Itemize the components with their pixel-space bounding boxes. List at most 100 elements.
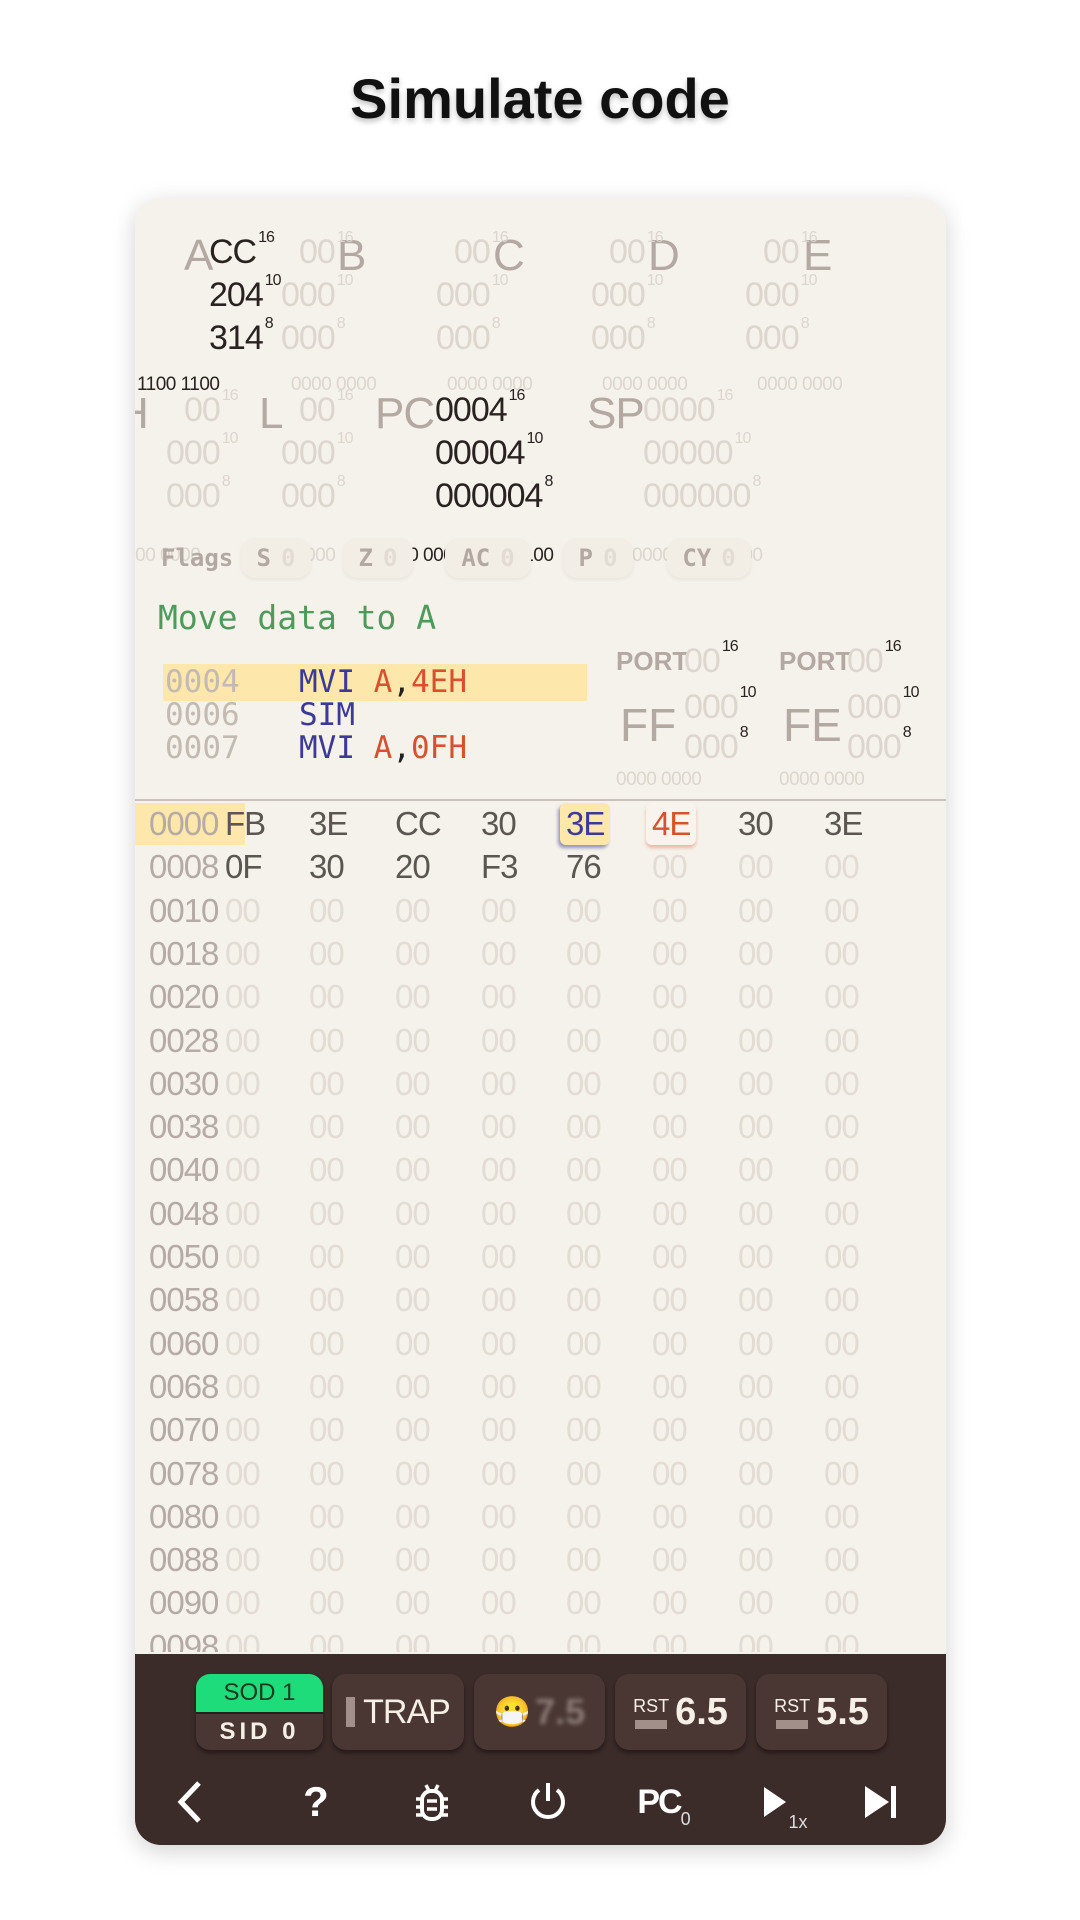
- memory-cell[interactable]: 00: [389, 1409, 436, 1451]
- memory-cell[interactable]: 00: [732, 1149, 779, 1191]
- memory-cell[interactable]: 00: [389, 1323, 436, 1365]
- memory-cell[interactable]: 00: [646, 1496, 693, 1538]
- sod-indicator[interactable]: SOD 1: [196, 1674, 323, 1712]
- run-button[interactable]: 1x: [745, 1772, 825, 1832]
- memory-cell[interactable]: 30: [475, 803, 522, 845]
- memory-cell[interactable]: 00: [475, 1063, 522, 1105]
- memory-cell[interactable]: 00: [818, 846, 865, 888]
- memory-cell[interactable]: 20: [389, 846, 436, 888]
- memory-cell[interactable]: 00: [303, 890, 350, 932]
- memory-cell[interactable]: 00: [475, 933, 522, 975]
- memory-cell[interactable]: 00: [303, 1020, 350, 1062]
- memory-cell[interactable]: 00: [389, 1539, 436, 1581]
- memory-cell[interactable]: 00: [560, 1582, 607, 1624]
- memory-cell[interactable]: 00: [219, 1539, 266, 1581]
- flag-p[interactable]: P0: [563, 538, 633, 578]
- memory-cell[interactable]: 00: [475, 1496, 522, 1538]
- memory-cell[interactable]: 00: [303, 1106, 350, 1148]
- memory-cell[interactable]: 00: [219, 1582, 266, 1624]
- memory-cell[interactable]: 00: [732, 1539, 779, 1581]
- memory-cell[interactable]: 00: [475, 1409, 522, 1451]
- memory-cell[interactable]: 00: [389, 976, 436, 1018]
- memory-cell[interactable]: 00: [303, 1626, 350, 1652]
- memory-cell[interactable]: 00: [818, 976, 865, 1018]
- memory-cell[interactable]: 00: [475, 890, 522, 932]
- memory-cell[interactable]: 00: [303, 933, 350, 975]
- memory-cell[interactable]: 00: [560, 1149, 607, 1191]
- memory-cell[interactable]: 00: [732, 1106, 779, 1148]
- memory-cell[interactable]: 4E: [646, 803, 697, 845]
- memory-cell[interactable]: 00: [560, 1453, 607, 1495]
- memory-cell[interactable]: 00: [303, 1323, 350, 1365]
- flag-z[interactable]: Z0: [343, 538, 413, 578]
- memory-cell[interactable]: 00: [303, 1496, 350, 1538]
- rst75-button[interactable]: 😷 7.5: [474, 1674, 605, 1750]
- memory-cell[interactable]: 00: [732, 933, 779, 975]
- memory-cell[interactable]: 00: [732, 1582, 779, 1624]
- memory-cell[interactable]: 00: [732, 1409, 779, 1451]
- memory-cell[interactable]: 00: [219, 1626, 266, 1652]
- memory-cell[interactable]: 00: [560, 1409, 607, 1451]
- code-line[interactable]: 0006 SIM: [165, 697, 355, 733]
- memory-cell[interactable]: 00: [219, 1063, 266, 1105]
- memory-cell[interactable]: 00: [732, 1323, 779, 1365]
- trap-button[interactable]: TRAP: [332, 1674, 464, 1750]
- memory-cell[interactable]: 00: [646, 933, 693, 975]
- memory-cell[interactable]: 00: [560, 1106, 607, 1148]
- memory-cell[interactable]: 00: [818, 1496, 865, 1538]
- memory-cell[interactable]: 00: [303, 1366, 350, 1408]
- memory-cell[interactable]: 00: [818, 1323, 865, 1365]
- memory-cell[interactable]: 00: [219, 933, 266, 975]
- memory-cell[interactable]: 00: [475, 1236, 522, 1278]
- memory-cell[interactable]: 00: [475, 1149, 522, 1191]
- memory-cell[interactable]: FB: [219, 803, 271, 845]
- memory-cell[interactable]: 00: [560, 1279, 607, 1321]
- step-button[interactable]: [851, 1772, 911, 1832]
- memory-cell[interactable]: 00: [219, 1496, 266, 1538]
- memory-cell[interactable]: 00: [818, 1106, 865, 1148]
- memory-cell[interactable]: 00: [389, 1236, 436, 1278]
- memory-cell[interactable]: 00: [732, 846, 779, 888]
- memory-cell[interactable]: 00: [389, 1366, 436, 1408]
- memory-cell[interactable]: 00: [475, 1539, 522, 1581]
- memory-cell[interactable]: 00: [389, 1626, 436, 1652]
- memory-cell[interactable]: 00: [475, 1366, 522, 1408]
- memory-cell[interactable]: 00: [560, 976, 607, 1018]
- memory-cell[interactable]: 00: [475, 1453, 522, 1495]
- memory-cell[interactable]: 00: [560, 1063, 607, 1105]
- memory-cell[interactable]: 00: [732, 1063, 779, 1105]
- power-button[interactable]: [518, 1772, 578, 1832]
- memory-cell[interactable]: 00: [560, 1323, 607, 1365]
- memory-cell[interactable]: 00: [389, 1193, 436, 1235]
- memory-cell[interactable]: 00: [560, 933, 607, 975]
- memory-cell[interactable]: 00: [389, 1582, 436, 1624]
- memory-cell[interactable]: 00: [646, 1106, 693, 1148]
- memory-cell[interactable]: 00: [560, 1496, 607, 1538]
- memory-cell[interactable]: 00: [219, 1279, 266, 1321]
- memory-cell[interactable]: 00: [389, 1453, 436, 1495]
- memory-cell[interactable]: 76: [560, 846, 607, 888]
- memory-cell[interactable]: 00: [219, 1106, 266, 1148]
- memory-cell[interactable]: 00: [389, 1063, 436, 1105]
- memory-cell[interactable]: 00: [646, 846, 693, 888]
- memory-cell[interactable]: 00: [560, 1020, 607, 1062]
- memory-cell[interactable]: 00: [219, 1236, 266, 1278]
- memory-cell[interactable]: 00: [732, 1279, 779, 1321]
- flag-ac[interactable]: AC 0: [445, 538, 531, 578]
- memory-cell[interactable]: 00: [303, 1582, 350, 1624]
- code-line[interactable]: 0004 MVI A,4EH: [165, 664, 467, 700]
- memory-cell[interactable]: 00: [475, 1106, 522, 1148]
- memory-cell[interactable]: 00: [732, 1453, 779, 1495]
- memory-cell[interactable]: 00: [303, 1149, 350, 1191]
- memory-cell[interactable]: 00: [560, 1193, 607, 1235]
- memory-cell[interactable]: 0F: [219, 846, 268, 888]
- memory-cell[interactable]: 00: [646, 1453, 693, 1495]
- memory-cell[interactable]: 30: [303, 846, 350, 888]
- memory-cell[interactable]: 00: [646, 1149, 693, 1191]
- memory-cell[interactable]: 00: [560, 1626, 607, 1652]
- memory-cell[interactable]: 00: [732, 1236, 779, 1278]
- memory-cell[interactable]: 00: [560, 1236, 607, 1278]
- memory-cell[interactable]: 00: [475, 1582, 522, 1624]
- memory-cell[interactable]: 00: [818, 1366, 865, 1408]
- memory-cell[interactable]: 00: [646, 976, 693, 1018]
